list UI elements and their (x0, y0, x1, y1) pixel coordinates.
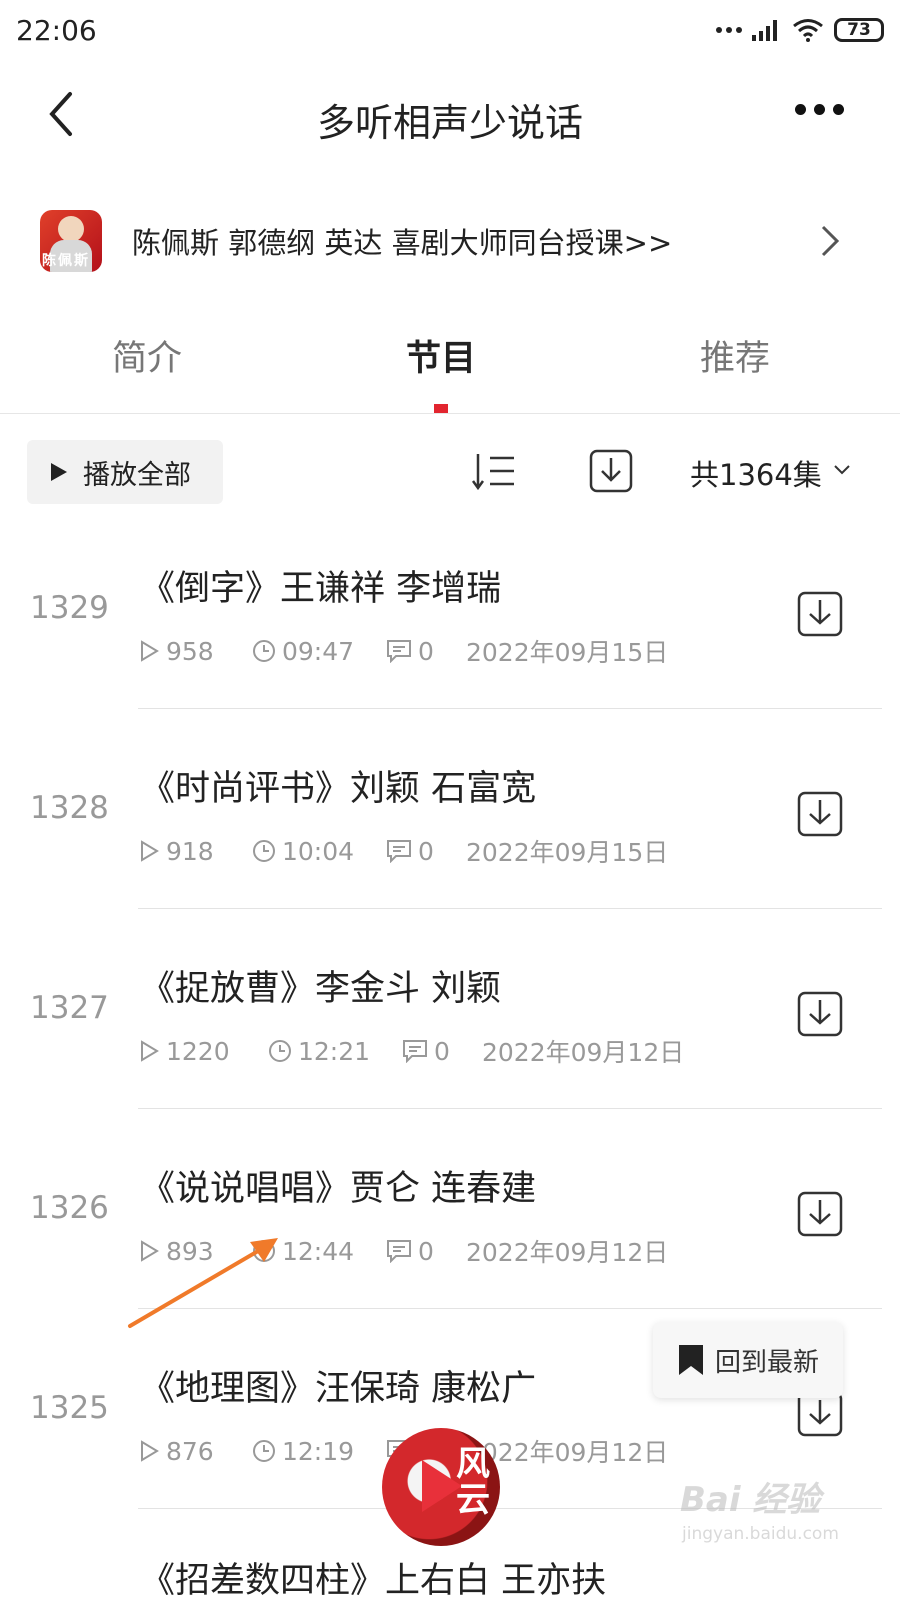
back-to-latest-button[interactable]: 回到最新 (653, 1322, 843, 1398)
promo-avatar-text: 陈佩斯 (42, 253, 90, 269)
download-icon[interactable] (796, 590, 844, 638)
play-count-icon (141, 640, 159, 662)
sort-order-icon[interactable] (470, 450, 518, 494)
promo-avatar[interactable]: 陈佩斯 (40, 210, 102, 272)
tab-recommend[interactable]: 推荐 (635, 330, 835, 381)
comment-icon (387, 1240, 411, 1263)
episode-title[interactable]: 《时尚评书》刘颖 石富宽 (140, 760, 536, 811)
player-cover-text: 风云 (456, 1444, 490, 1520)
clock-icon (253, 840, 275, 862)
play-count-icon (141, 1440, 159, 1462)
comment-count: 0 (418, 1236, 434, 1266)
episode-number: 1326 (30, 1190, 109, 1226)
clock-icon (269, 1040, 291, 1062)
battery-icon: 73 (834, 18, 884, 42)
comment-count: 0 (418, 836, 434, 866)
play-all-label: 播放全部 (83, 459, 191, 491)
play-count: 918 (166, 836, 214, 866)
play-icon (51, 463, 67, 481)
episode-number: 1329 (30, 590, 109, 626)
episode-number: 1325 (30, 1390, 109, 1426)
more-signal-icon (716, 27, 742, 33)
row-divider (138, 908, 882, 909)
watermark-url: jingyan.baidu.com (682, 1524, 839, 1544)
duration: 10:04 (282, 836, 355, 866)
cellular-signal-icon (752, 20, 777, 41)
play-count-icon (141, 840, 159, 862)
episode-title[interactable]: 《倒字》王谦祥 李增瑞 (140, 560, 501, 611)
play-all-button[interactable]: 播放全部 (27, 440, 223, 504)
episode-row[interactable]: 1327 《捉放曹》李金斗 刘颖 1220 12:21 0 2022年09月12… (0, 930, 900, 1130)
promo-text[interactable]: 陈佩斯 郭德纲 英达 喜剧大师同台授课>> (132, 220, 672, 262)
play-count-icon (141, 1040, 159, 1062)
release-date: 2022年09月15日 (466, 638, 669, 667)
release-date: 2022年09月15日 (466, 838, 669, 867)
active-tab-indicator (434, 404, 448, 413)
release-date: 2022年09月12日 (466, 1238, 669, 1267)
comment-icon (403, 1040, 427, 1063)
page-title: 多听相声少说话 (316, 101, 583, 145)
tab-episodes[interactable]: 节目 (341, 330, 541, 381)
duration: 12:21 (298, 1036, 371, 1066)
watermark: Bai 经验 jingyan.baidu.com (674, 1466, 864, 1556)
tab-intro[interactable]: 简介 (47, 330, 247, 381)
download-icon[interactable] (796, 790, 844, 838)
annotation-arrow-icon (128, 1238, 278, 1328)
chevron-down-icon[interactable] (833, 463, 851, 477)
status-bar: 22:06 73 (0, 0, 900, 62)
episode-title[interactable]: 《说说唱唱》贾仑 连春建 (140, 1160, 536, 1211)
episode-number: 1328 (30, 790, 109, 826)
episode-title-partial[interactable]: 《招差数四柱》上右白 王亦扶 (140, 1552, 606, 1603)
episode-number: 1327 (30, 990, 109, 1026)
download-icon[interactable] (796, 1190, 844, 1238)
chevron-right-icon[interactable] (818, 224, 842, 258)
episode-row[interactable]: 1329 《倒字》王谦祥 李增瑞 958 09:47 0 2022年09月15日 (0, 530, 900, 730)
duration: 12:44 (282, 1236, 355, 1266)
comment-count: 0 (434, 1036, 450, 1066)
clock-icon (253, 1440, 275, 1462)
watermark-brand: Bai 经验 (680, 1480, 821, 1520)
tabs-divider (0, 413, 900, 414)
comment-count: 0 (418, 636, 434, 666)
play-count: 1220 (166, 1036, 230, 1066)
play-count: 958 (166, 636, 214, 666)
back-to-latest-label: 回到最新 (715, 1347, 820, 1378)
episode-title[interactable]: 《捉放曹》李金斗 刘颖 (140, 960, 501, 1011)
row-divider (138, 708, 882, 709)
comment-icon (387, 840, 411, 863)
download-icon[interactable] (796, 990, 844, 1038)
more-options-icon[interactable] (795, 104, 844, 115)
mini-player-button[interactable]: 风云 (382, 1428, 500, 1546)
duration: 09:47 (282, 636, 355, 666)
bookmark-icon (679, 1345, 703, 1375)
episode-row[interactable]: 1328 《时尚评书》刘颖 石富宽 918 10:04 0 2022年09月15… (0, 730, 900, 930)
status-icons: 73 (716, 14, 884, 46)
download-all-icon[interactable] (588, 448, 634, 494)
wifi-icon (793, 19, 823, 42)
duration: 12:19 (282, 1436, 355, 1466)
play-count: 876 (166, 1436, 214, 1466)
comment-icon (387, 640, 411, 663)
episode-title[interactable]: 《地理图》汪保琦 康松广 (140, 1360, 536, 1411)
row-divider (138, 1108, 882, 1109)
status-time: 22:06 (16, 14, 97, 47)
episode-count[interactable]: 共1364集 (690, 452, 822, 494)
release-date: 2022年09月12日 (482, 1038, 685, 1067)
clock-icon (253, 640, 275, 662)
